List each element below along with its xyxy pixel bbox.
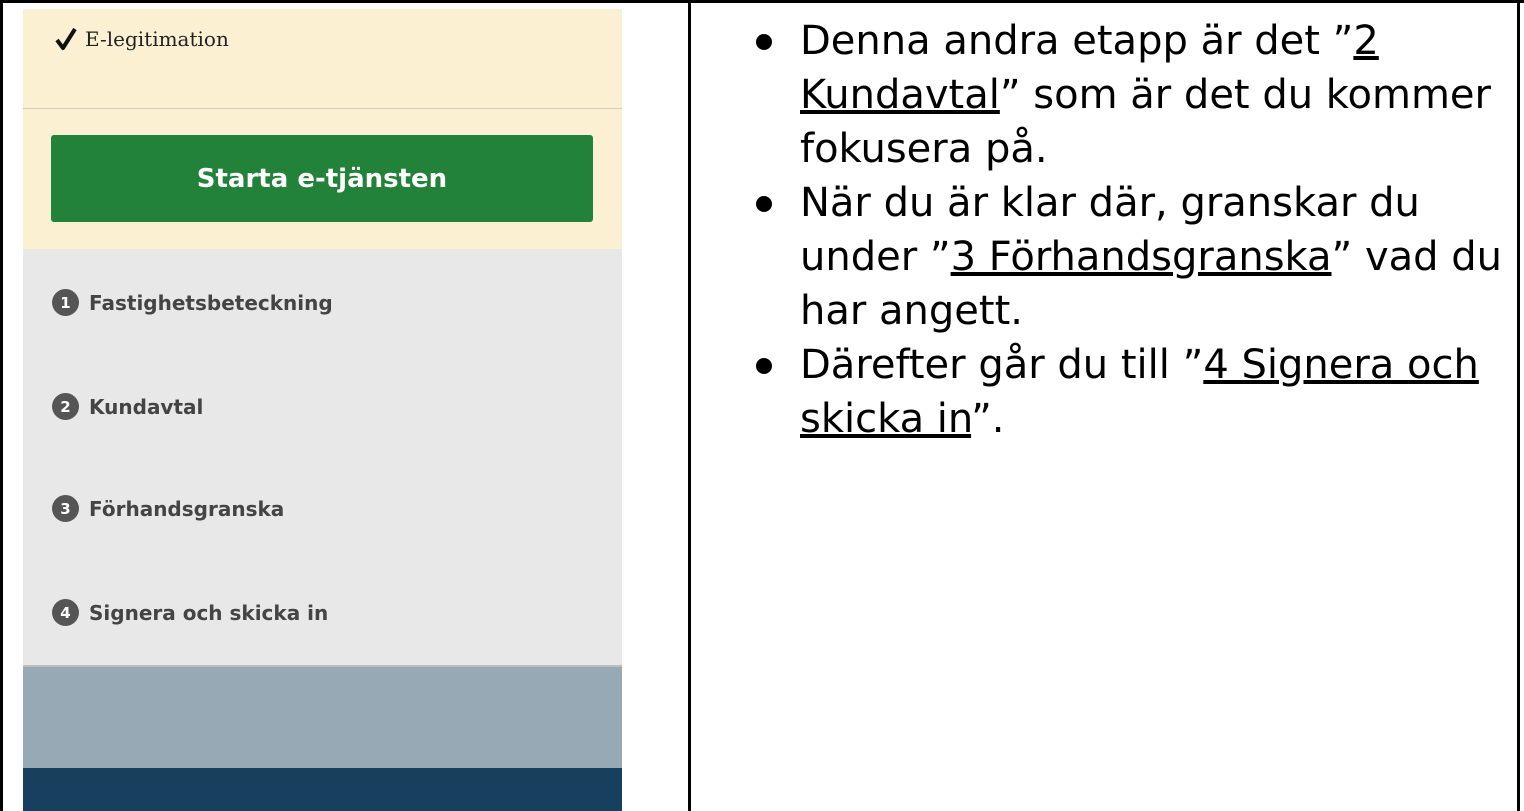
step-reference-link: 3 Förhandsgranska [950,234,1332,280]
step-fastighetsbeteckning[interactable]: 1 Fastighetsbeteckning [52,289,333,316]
table-border-left [0,0,3,811]
table-border-right [1517,0,1520,811]
completed-step-label: E-legitimation [85,27,229,51]
footer-navy-band [23,768,622,811]
bullet-dot [756,358,772,374]
step-kundavtal[interactable]: 2 Kundavtal [52,393,203,420]
step-list: 1 Fastighetsbeteckning 2 Kundavtal 3 För… [23,249,622,667]
table-border-middle [688,0,691,811]
step-number-badge: 2 [52,393,79,420]
bullet-dot [756,34,772,50]
footer-grey-band [23,667,622,768]
instruction-bullets: Denna andra etapp är det ”2 Kundavtal” s… [752,14,1512,446]
checkmark-icon [55,27,77,50]
step-label: Förhandsgranska [89,496,285,521]
completed-step-e-legitimation: E-legitimation [55,27,229,51]
table-border-top [0,0,1524,3]
e-service-sidebar-screenshot: E-legitimation Starta e-tjänsten 1 Fasti… [23,9,622,811]
bullet-dot [756,196,772,212]
step-signera-och-skicka-in[interactable]: 4 Signera och skicka in [52,599,328,626]
step-number-badge: 4 [52,599,79,626]
divider [23,108,622,109]
bullet-text: ”. [971,396,1005,442]
step-number-badge: 1 [52,289,79,316]
bullet-text: Därefter går du till ” [800,342,1204,388]
step-label: Fastighetsbeteckning [89,290,333,315]
step-forhandsgranska[interactable]: 3 Förhandsgranska [52,495,284,522]
start-e-service-button[interactable]: Starta e-tjänsten [51,135,593,222]
step-number-badge: 3 [52,495,79,522]
bullet-item: Denna andra etapp är det ”2 Kundavtal” s… [752,14,1512,176]
bullet-item: När du är klar där, granskar du under ”3… [752,176,1512,338]
login-panel: E-legitimation Starta e-tjänsten [23,9,622,249]
bullet-text: Denna andra etapp är det ” [800,18,1354,64]
step-label: Signera och skicka in [89,600,329,625]
step-label: Kundavtal [89,394,204,419]
bullet-item: Därefter går du till ”4 Signera och skic… [752,338,1512,446]
